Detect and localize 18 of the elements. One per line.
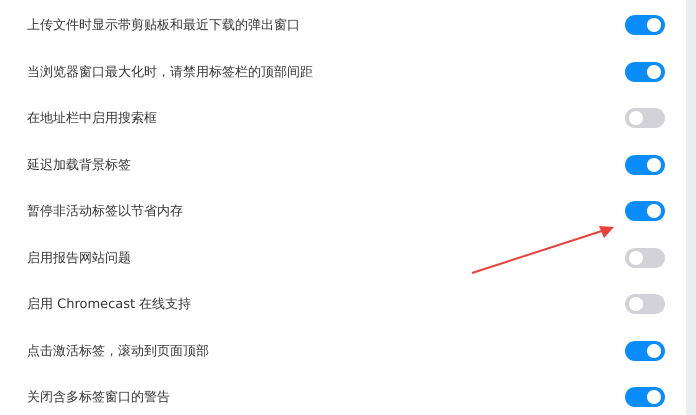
toggle-switch[interactable] xyxy=(625,15,665,36)
toggle-switch[interactable] xyxy=(625,387,665,408)
toggle-switch[interactable] xyxy=(625,201,665,222)
setting-label: 关闭含多标签窗口的警告 xyxy=(27,389,170,406)
setting-label: 上传文件时显示带剪贴板和最近下载的弹出窗口 xyxy=(27,17,300,34)
setting-label: 在地址栏中启用搜索框 xyxy=(27,110,157,128)
setting-label: 启用报告网站问题 xyxy=(27,250,131,267)
toggle-switch[interactable] xyxy=(625,62,665,82)
toggle-switch[interactable] xyxy=(625,294,665,314)
setting-label: 当浏览器窗口最大化时，请禁用标签栏的顶部间距 xyxy=(27,64,313,81)
setting-label: 延迟加载背景标签 xyxy=(27,156,131,174)
toggle-switch[interactable] xyxy=(625,108,665,128)
toggle-switch[interactable] xyxy=(625,154,665,175)
toggle-switch[interactable] xyxy=(625,340,665,361)
setting-label: 启用 Chromecast 在线支持 xyxy=(27,296,192,314)
toggle-switch[interactable] xyxy=(625,248,665,268)
setting-label: 暂停非活动标签以节省内存 xyxy=(27,203,183,220)
setting-label: 点击激活标签，滚动到页面顶部 xyxy=(27,342,209,360)
